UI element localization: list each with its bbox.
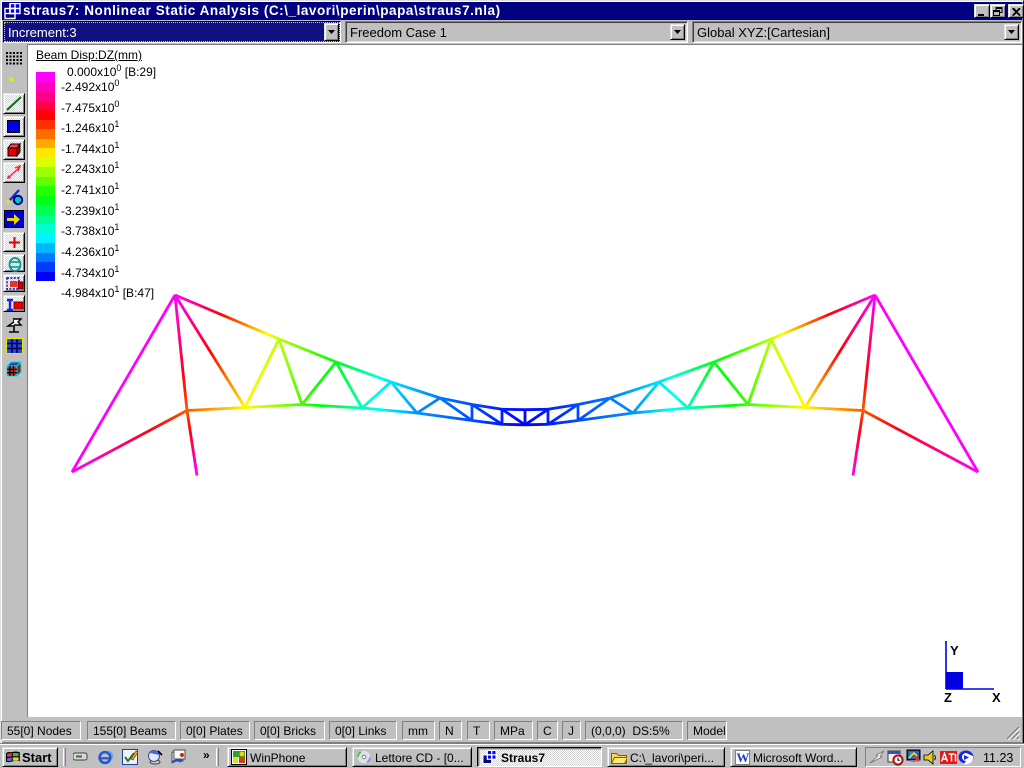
svg-text:X: X	[992, 690, 1001, 703]
svg-text:Z: Z	[944, 690, 952, 703]
svg-text:Y: Y	[950, 643, 959, 658]
svg-text:W: W	[736, 750, 749, 765]
